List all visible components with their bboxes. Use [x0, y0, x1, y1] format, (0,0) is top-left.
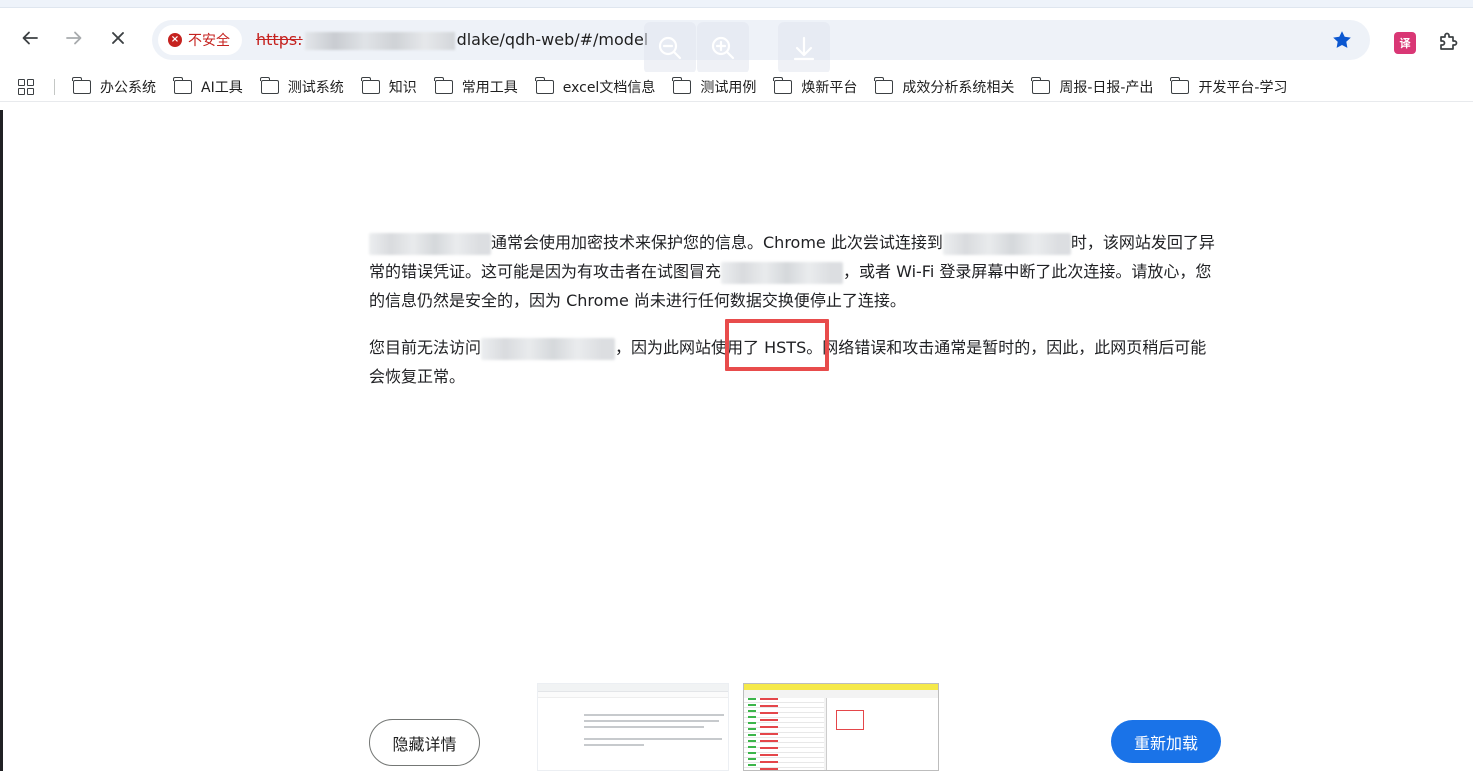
screenshot-thumbnail[interactable]	[537, 683, 729, 771]
not-secure-label: 不安全	[188, 33, 230, 49]
back-button[interactable]	[14, 22, 46, 54]
download-button[interactable]	[778, 22, 830, 74]
forward-arrow-icon	[66, 31, 82, 45]
bookmark-label: 周报-日报-产出	[1059, 79, 1154, 96]
star-icon[interactable]	[1330, 28, 1354, 52]
reload-button[interactable]: 重新加载	[1111, 720, 1221, 763]
folder-icon	[534, 76, 554, 94]
bookmark-folder[interactable]: 知识	[354, 73, 427, 101]
security-indicator-chip[interactable]: × 不安全	[158, 25, 242, 55]
apps-grid-icon[interactable]	[18, 78, 34, 95]
bookmark-folder[interactable]: excel文档信息	[528, 73, 666, 101]
url-scheme: https:	[256, 30, 303, 49]
folder-icon	[173, 76, 192, 94]
bookmark-label: 常用工具	[461, 79, 518, 96]
bookmark-label: 知识	[388, 79, 417, 96]
browser-toolbar: × 不安全 https: dlake/qdh-web/#/model 译	[0, 8, 1473, 74]
stop-icon	[112, 32, 124, 44]
bookmark-folder[interactable]: 常用工具	[427, 73, 528, 101]
bookmark-folder[interactable]: 焕新平台	[766, 73, 867, 101]
not-secure-icon: ×	[168, 33, 182, 47]
translate-icon[interactable]: 译	[1394, 32, 1416, 54]
folder-icon	[874, 76, 894, 94]
zoom-in-icon	[711, 36, 735, 60]
redacted-host	[942, 232, 1071, 255]
bookmark-folder[interactable]: 测试系统	[253, 73, 354, 101]
folder-icon	[672, 76, 692, 94]
zoom-out-button[interactable]	[644, 22, 696, 74]
bookmark-label: 焕新平台	[801, 79, 858, 96]
url-redacted	[304, 31, 455, 50]
screenshot-thumbnail[interactable]	[743, 683, 939, 771]
bookmark-label: AI工具	[201, 79, 243, 96]
error-text: 通常会使用加密技术来保护您的信息。Chrome 此次尝试连接到	[491, 233, 943, 252]
bookmark-label: 测试用例	[700, 79, 757, 96]
folder-icon	[1170, 76, 1190, 94]
folder-icon	[1031, 76, 1051, 94]
bookmarks-bar: 办公系统 AI工具 测试系统 知识 常用工具 excel文档信息 测试用例 焕新…	[0, 72, 1473, 102]
bookmarks-separator	[54, 78, 55, 95]
hide-details-button[interactable]: 隐藏详情	[369, 719, 480, 766]
error-paragraph-1: 通常会使用加密技术来保护您的信息。Chrome 此次尝试连接到 时，该网站发回了异…	[369, 228, 1217, 315]
bookmark-label: excel文档信息	[562, 79, 656, 96]
redacted-host	[721, 261, 844, 284]
url-path: dlake/qdh-web/#/model	[456, 30, 649, 49]
error-text: 您目前无法访问	[369, 338, 482, 357]
annotation-highlight-box	[725, 319, 829, 371]
bookmark-label: 测试系统	[287, 79, 344, 96]
zoom-out-icon	[658, 36, 682, 60]
bookmark-folder[interactable]: 成效分析系统相关	[867, 73, 1024, 101]
window-edge	[0, 110, 3, 771]
folder-icon	[72, 76, 91, 94]
bookmark-folder[interactable]: 周报-日报-产出	[1024, 73, 1163, 101]
folder-icon	[259, 76, 279, 94]
folder-icon	[773, 76, 793, 94]
extensions-icon[interactable]	[1436, 30, 1460, 54]
bookmark-folder[interactable]: 开发平台-学习	[1163, 73, 1297, 101]
bookmark-label: 开发平台-学习	[1198, 79, 1288, 96]
download-icon	[793, 36, 815, 61]
redacted-host	[369, 232, 491, 255]
bookmark-label: 办公系统	[100, 79, 156, 96]
url-text[interactable]: https: dlake/qdh-web/#/model	[256, 30, 648, 50]
folder-icon	[360, 76, 380, 94]
zoom-in-button[interactable]	[697, 22, 749, 74]
bookmark-folder[interactable]: 测试用例	[665, 73, 766, 101]
folder-icon	[433, 76, 453, 94]
tab-strip-edge	[0, 0, 1473, 8]
redacted-host	[481, 337, 616, 360]
bookmark-label: 成效分析系统相关	[902, 79, 1015, 96]
back-arrow-icon	[22, 31, 38, 45]
address-bar[interactable]: × 不安全 https: dlake/qdh-web/#/model	[152, 20, 1370, 60]
bookmark-folder[interactable]: AI工具	[166, 73, 253, 101]
forward-button[interactable]	[58, 22, 90, 54]
bookmark-folder[interactable]: 办公系统	[65, 73, 166, 101]
stop-loading-button[interactable]	[102, 22, 134, 54]
